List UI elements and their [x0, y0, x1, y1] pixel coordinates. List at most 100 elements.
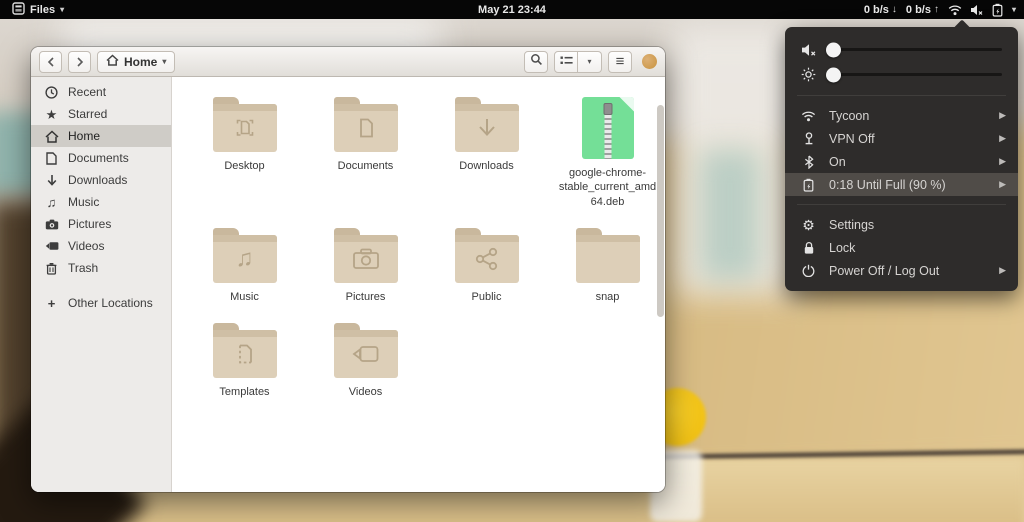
- lock-label: Lock: [829, 241, 1006, 255]
- chevron-down-icon: ▾: [587, 57, 591, 66]
- volume-slider[interactable]: [828, 48, 1002, 51]
- wifi-icon: [948, 4, 962, 16]
- net-speed-down: 0 b/s ↓: [864, 4, 897, 16]
- zipper-pull-icon: [603, 103, 612, 115]
- down-arrow-icon: ↓: [892, 4, 897, 15]
- path-bar-home-button[interactable]: Home ▾: [97, 51, 175, 73]
- sidebar-item-label: Starred: [68, 107, 107, 121]
- file-label: Templates: [219, 385, 269, 399]
- view-options-dropdown-button[interactable]: ▾: [578, 51, 602, 73]
- file-item-downloads[interactable]: Downloads: [426, 94, 547, 209]
- submenu-arrow-icon: ▶: [999, 156, 1006, 167]
- menu-separator: [797, 204, 1006, 205]
- menu-item-wifi[interactable]: Tycoon ▶: [785, 104, 1018, 127]
- up-arrow-icon: ↑: [934, 4, 939, 15]
- back-button[interactable]: [39, 51, 62, 73]
- menu-item-settings[interactable]: ⚙ Settings: [785, 213, 1018, 236]
- system-tray[interactable]: 0 b/s ↓ 0 b/s ↑ ▾: [864, 0, 1024, 19]
- submenu-arrow-icon: ▶: [999, 179, 1006, 190]
- battery-status: 0:18 Until Full (90 %): [829, 178, 987, 192]
- folder-icon: [213, 104, 277, 152]
- folder-icon: [334, 235, 398, 283]
- sidebar-item-videos[interactable]: Videos: [31, 235, 171, 257]
- sidebar-item-label: Documents: [68, 151, 129, 165]
- vpn-icon: [800, 132, 817, 146]
- app-menu-files[interactable]: Files ▾: [0, 0, 64, 19]
- deb-archive-icon: [582, 97, 634, 159]
- sidebar-item-label: Other Locations: [68, 296, 153, 310]
- home-icon: [44, 130, 59, 143]
- file-label: Videos: [349, 385, 382, 399]
- desktop-glyph-icon: [232, 115, 258, 141]
- window-close-button[interactable]: [642, 54, 657, 69]
- file-item-google-chrome-deb[interactable]: google-chrome-stable_current_amd64.deb: [547, 94, 665, 209]
- submenu-arrow-icon: ▶: [999, 110, 1006, 121]
- list-view-icon: [560, 53, 573, 71]
- folder-icon: [576, 235, 640, 283]
- sidebar-item-home[interactable]: Home: [31, 125, 171, 147]
- video-glyph-icon: [352, 344, 380, 364]
- sidebar-item-pictures[interactable]: Pictures: [31, 213, 171, 235]
- volume-slider-knob[interactable]: [826, 42, 841, 57]
- file-grid-area[interactable]: Desktop Documents: [172, 77, 665, 492]
- chevron-down-icon: ▾: [60, 5, 64, 14]
- document-icon: [44, 152, 59, 165]
- brightness-slider[interactable]: [828, 73, 1002, 76]
- brightness-slider-knob[interactable]: [826, 67, 841, 82]
- trash-icon: [44, 262, 59, 275]
- file-item-music[interactable]: ♫ Music: [184, 225, 305, 304]
- star-icon: ★: [44, 108, 59, 121]
- file-item-desktop[interactable]: Desktop: [184, 94, 305, 209]
- sidebar-item-label: Pictures: [68, 217, 111, 231]
- battery-charging-icon: [800, 178, 817, 192]
- menu-item-bluetooth[interactable]: On ▶: [785, 150, 1018, 173]
- file-item-videos[interactable]: Videos: [305, 320, 426, 399]
- sidebar-item-recent[interactable]: Recent: [31, 81, 171, 103]
- file-item-documents[interactable]: Documents: [305, 94, 426, 209]
- bluetooth-status: On: [829, 155, 987, 169]
- menu-item-power[interactable]: Power Off / Log Out ▶: [785, 259, 1018, 282]
- scrollbar[interactable]: [657, 81, 664, 488]
- folder-icon: [455, 104, 519, 152]
- folder-icon: ♫: [213, 235, 277, 283]
- forward-button[interactable]: [68, 51, 91, 73]
- sidebar-item-label: Recent: [68, 85, 106, 99]
- file-item-pictures[interactable]: Pictures: [305, 225, 426, 304]
- sidebar-item-starred[interactable]: ★ Starred: [31, 103, 171, 125]
- sidebar-item-trash[interactable]: Trash: [31, 257, 171, 279]
- file-item-templates[interactable]: Templates: [184, 320, 305, 399]
- menu-item-battery[interactable]: 0:18 Until Full (90 %) ▶: [785, 173, 1018, 196]
- menu-item-vpn[interactable]: VPN Off ▶: [785, 127, 1018, 150]
- sidebar: Recent ★ Starred Home Documents: [31, 77, 172, 492]
- search-button[interactable]: [524, 51, 548, 73]
- settings-label: Settings: [829, 218, 1006, 232]
- file-label: Desktop: [224, 159, 264, 173]
- file-item-public[interactable]: Public: [426, 225, 547, 304]
- file-label: snap: [596, 290, 620, 304]
- file-label: Music: [230, 290, 259, 304]
- wifi-icon: [800, 110, 817, 122]
- file-item-snap[interactable]: snap: [547, 225, 665, 304]
- brightness-icon: [800, 67, 817, 82]
- file-label: Public: [472, 290, 502, 304]
- music-glyph-icon: ♫: [236, 247, 254, 271]
- volume-muted-icon: [970, 4, 984, 16]
- window-menu-button[interactable]: ≡: [608, 51, 632, 73]
- scrollbar-thumb[interactable]: [657, 105, 664, 317]
- video-icon: [44, 241, 59, 251]
- template-glyph-icon: [232, 341, 258, 367]
- download-icon: [44, 174, 59, 187]
- sidebar-item-other-locations[interactable]: + Other Locations: [31, 292, 171, 314]
- list-view-button[interactable]: [554, 51, 578, 73]
- menu-item-lock[interactable]: Lock: [785, 236, 1018, 259]
- file-label: Documents: [338, 159, 394, 173]
- folder-icon: [455, 235, 519, 283]
- document-glyph-icon: [353, 115, 379, 141]
- sidebar-item-music[interactable]: ♫ Music: [31, 191, 171, 213]
- power-label: Power Off / Log Out: [829, 264, 987, 278]
- bluetooth-icon: [800, 155, 817, 169]
- gear-icon: ⚙: [800, 218, 817, 232]
- sidebar-item-downloads[interactable]: Downloads: [31, 169, 171, 191]
- sidebar-item-documents[interactable]: Documents: [31, 147, 171, 169]
- files-window: Home ▾ ▾ ≡: [31, 47, 665, 492]
